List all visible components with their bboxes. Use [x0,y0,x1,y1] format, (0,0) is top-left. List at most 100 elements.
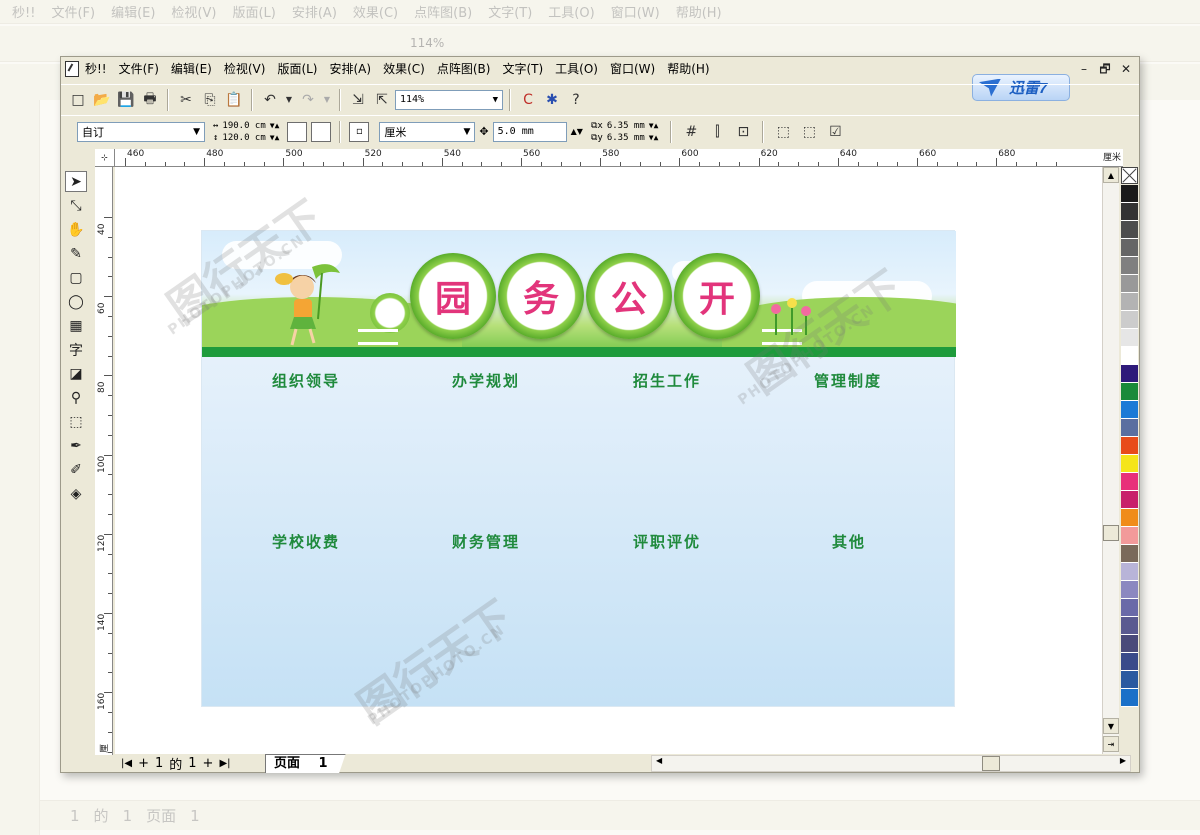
paste-icon[interactable]: 📋 [223,89,245,111]
notice-board-design[interactable]: 园 务 公 开 组织领导 办学规划 招生工作 管理制度 学校收费 财务管理 评职… [201,230,956,707]
color-swatch[interactable] [1120,491,1138,509]
scroll-left-icon[interactable]: ◀ [656,756,662,765]
page-height-field[interactable]: 120.0 cm [222,132,265,144]
text-tool-icon[interactable]: 字 [65,339,87,360]
all-pages-icon[interactable]: ▫ [349,121,370,142]
eyedropper-tool-icon[interactable]: ⚲ [65,387,87,408]
menu-bitmaps[interactable]: 点阵图(B) [431,57,497,81]
export-icon[interactable]: ⇱ [371,89,393,111]
color-swatch[interactable] [1120,437,1138,455]
scroll-up-icon[interactable]: ▲ [1103,167,1119,183]
print-icon[interactable]: 🖶 [139,89,161,111]
shape-tool-icon[interactable]: ⤡ [65,195,87,216]
dup-x-field[interactable]: 6.35 mm [607,120,645,132]
color-swatch[interactable] [1120,257,1138,275]
color-swatch[interactable] [1120,293,1138,311]
menu-text[interactable]: 文字(T) [496,57,549,81]
menu-effects[interactable]: 效果(C) [377,57,431,81]
pan-tool-icon[interactable]: ✋ [65,219,87,240]
units-select[interactable]: 厘米 ▼ [379,121,476,142]
color-swatch[interactable] [1120,401,1138,419]
zoom-select[interactable]: 114% ▼ [395,89,503,110]
menu-window[interactable]: 窗口(W) [604,57,661,81]
open-folder-icon[interactable]: 📂 [91,89,113,111]
pick-tool-icon[interactable]: ➤ [65,171,87,192]
page-width-field[interactable]: 190.0 cm [222,120,265,132]
menu-view[interactable]: 检视(V) [218,57,272,81]
add-page-after-icon[interactable]: + [203,756,214,771]
import-icon[interactable]: ⇲ [347,89,369,111]
vertical-ruler[interactable]: 厘米 406080100120140160 [95,167,113,755]
vertical-scrollbar[interactable]: ▲ ▼ ⇥ [1102,167,1119,754]
new-document-icon[interactable]: □ [67,89,89,111]
no-color-swatch[interactable] [1120,167,1138,184]
redo-dropdown-icon[interactable]: ▼ [321,89,333,111]
close-button[interactable]: ✕ [1117,61,1135,77]
whats-this-help-icon[interactable]: ? [565,89,587,111]
color-swatch[interactable] [1120,311,1138,329]
color-swatch[interactable] [1120,689,1138,707]
options-icon[interactable]: ☑ [824,121,846,143]
fill-tool-icon[interactable]: ◈ [65,483,87,504]
undo-dropdown-icon[interactable]: ▼ [283,89,295,111]
height-spinner[interactable]: ▼▲ [270,132,280,144]
color-swatch[interactable] [1120,383,1138,401]
scroll-right-icon[interactable]: ▶ [1120,756,1126,765]
ellipse-tool-icon[interactable]: ◯ [65,291,87,312]
menu-file[interactable]: 文件(F) [113,57,165,81]
color-swatch[interactable] [1120,455,1138,473]
menu-arrange[interactable]: 安排(A) [324,57,378,81]
treat-as-filled-icon[interactable]: ⬚ [772,121,794,143]
rectangle-tool-icon[interactable]: ▢ [65,267,87,288]
freehand-tool-icon[interactable]: ✎ [65,243,87,264]
color-swatch[interactable] [1120,419,1138,437]
menu-layout[interactable]: 版面(L) [271,57,323,81]
color-swatch[interactable] [1120,203,1138,221]
copy-icon[interactable]: ⎘ [199,89,221,111]
app-icon[interactable] [65,61,79,77]
snap-guidelines-icon[interactable]: ⫿ [706,121,728,143]
last-page-icon[interactable]: ▶| [219,758,230,769]
color-swatch[interactable] [1120,653,1138,671]
application-launcher-icon[interactable]: C [517,89,539,111]
snap-objects-icon[interactable]: ⊡ [732,121,754,143]
color-swatch[interactable] [1120,473,1138,491]
horizontal-ruler[interactable]: 厘米 460 480 500 520 540 560 580 600 620 640 660 680 [115,149,1123,167]
transparency-tool-icon[interactable]: ⬚ [65,411,87,432]
horizontal-scrollbar[interactable]: ◀ ▶ [651,755,1131,772]
color-swatch[interactable] [1120,185,1138,203]
snap-grid-icon[interactable]: # [680,121,702,143]
pen-tool-icon[interactable]: ✐ [65,459,87,480]
portrait-icon[interactable] [287,121,308,142]
landscape-icon[interactable] [311,121,332,142]
add-page-before-icon[interactable]: + [138,756,149,771]
color-swatch[interactable] [1120,671,1138,689]
nudge-spinner[interactable]: ▲▼ [571,127,583,136]
ruler-origin[interactable]: ⊹ [95,149,115,167]
restore-button[interactable]: 🗗 [1096,61,1114,77]
color-swatch[interactable] [1120,563,1138,581]
paper-preset-select[interactable]: 自订 ▼ [77,121,205,142]
save-icon[interactable]: 💾 [115,89,137,111]
color-swatch[interactable] [1120,221,1138,239]
color-swatch[interactable] [1120,527,1138,545]
color-swatch[interactable] [1120,617,1138,635]
page-tab[interactable]: 页面 1 [265,754,346,773]
corel-online-icon[interactable]: ✱ [541,89,563,111]
color-swatch[interactable] [1120,329,1138,347]
width-spinner[interactable]: ▼▲ [270,120,280,132]
menu-tools[interactable]: 工具(O) [549,57,604,81]
redo-icon[interactable]: ↷ [297,89,319,111]
color-swatch[interactable] [1120,347,1138,365]
color-swatch[interactable] [1120,599,1138,617]
color-swatch[interactable] [1120,635,1138,653]
color-swatch[interactable] [1120,365,1138,383]
drawing-canvas[interactable]: 园 务 公 开 组织领导 办学规划 招生工作 管理制度 学校收费 财务管理 评职… [115,167,1102,754]
scroll-end-icon[interactable]: ⇥ [1103,736,1119,752]
outline-tool-icon[interactable]: ✒ [65,435,87,456]
select-pointer-icon[interactable]: ⬚ [798,121,820,143]
first-page-icon[interactable]: |◀ [121,758,132,769]
color-swatch[interactable] [1120,581,1138,599]
horizontal-scroll-thumb[interactable] [982,756,1000,771]
color-swatch[interactable] [1120,545,1138,563]
